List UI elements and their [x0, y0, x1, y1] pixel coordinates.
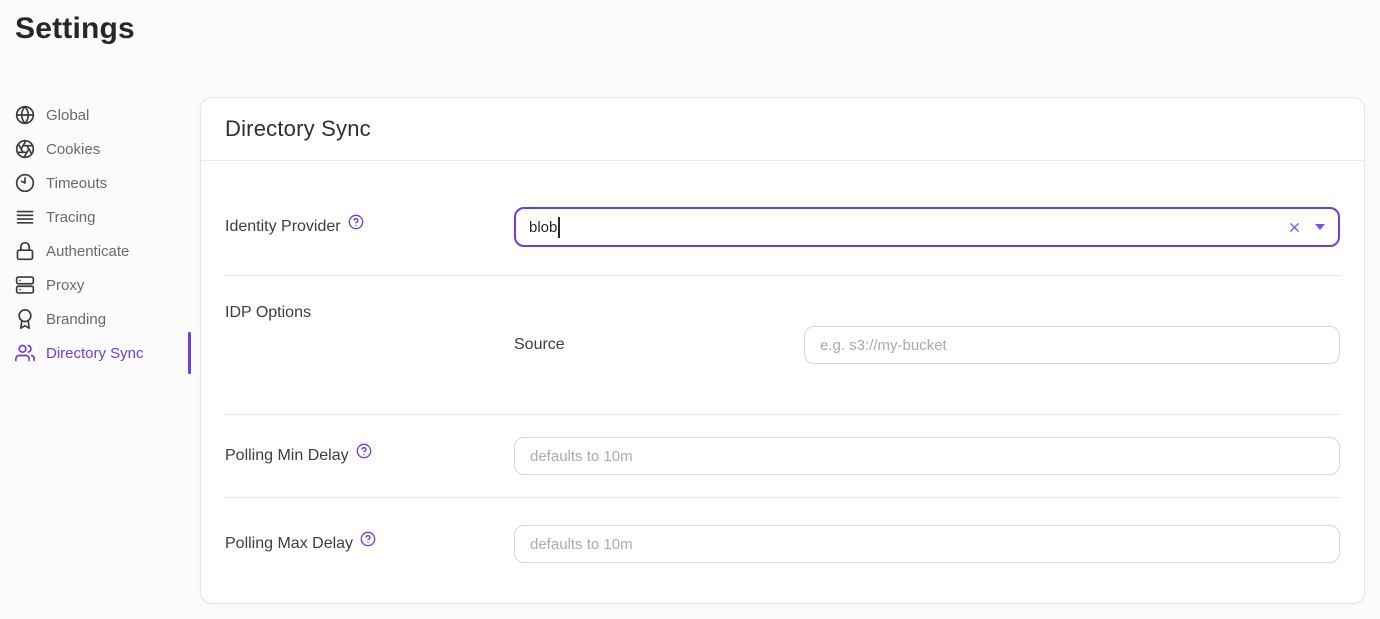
- lock-icon: [15, 241, 35, 261]
- directory-sync-panel: Directory Sync Identity Provider blob: [200, 97, 1365, 604]
- source-label: Source: [514, 336, 804, 354]
- help-icon[interactable]: [348, 214, 364, 230]
- source-input[interactable]: [804, 326, 1340, 364]
- sidebar-item-label: Global: [46, 107, 89, 124]
- idp-options-row: IDP Options Source: [201, 276, 1364, 414]
- panel-header: Directory Sync: [201, 98, 1364, 161]
- idp-options-label-wrap: IDP Options: [225, 304, 514, 322]
- sidebar-item-timeouts[interactable]: Timeouts: [15, 166, 200, 200]
- sidebar-item-label: Directory Sync: [46, 345, 144, 362]
- identity-provider-label-wrap: Identity Provider: [225, 218, 514, 236]
- aperture-icon: [15, 139, 35, 159]
- page-header: Settings: [0, 0, 1380, 92]
- idp-options-label: IDP Options: [225, 304, 311, 322]
- globe-icon: [15, 105, 35, 125]
- sidebar-item-label: Proxy: [46, 277, 84, 294]
- clock-icon: [15, 173, 35, 193]
- lines-icon: [15, 207, 35, 227]
- identity-provider-combobox[interactable]: blob: [514, 207, 1340, 247]
- polling-max-delay-label-wrap: Polling Max Delay: [225, 535, 514, 553]
- server-icon: [15, 275, 35, 295]
- text-caret: [558, 217, 560, 238]
- polling-min-delay-label-wrap: Polling Min Delay: [225, 447, 514, 465]
- clear-icon[interactable]: [1287, 220, 1302, 235]
- content: Global Cookies Timeouts Tracing Authenti…: [0, 92, 1380, 604]
- identity-provider-label: Identity Provider: [225, 218, 341, 236]
- polling-max-delay-input[interactable]: [514, 525, 1340, 563]
- sidebar-item-global[interactable]: Global: [15, 98, 200, 132]
- polling-min-delay-label: Polling Min Delay: [225, 447, 349, 465]
- idp-source-row: Source: [514, 326, 1340, 364]
- panel-title: Directory Sync: [225, 116, 371, 142]
- award-icon: [15, 309, 35, 329]
- polling-max-delay-row: Polling Max Delay: [201, 498, 1364, 603]
- sidebar-item-label: Tracing: [46, 209, 95, 226]
- polling-min-delay-input[interactable]: [514, 437, 1340, 475]
- sidebar-item-authenticate[interactable]: Authenticate: [15, 234, 200, 268]
- sidebar-item-label: Branding: [46, 311, 106, 328]
- settings-sidebar: Global Cookies Timeouts Tracing Authenti…: [15, 92, 200, 370]
- sidebar-item-proxy[interactable]: Proxy: [15, 268, 200, 302]
- page-title: Settings: [15, 12, 1380, 46]
- dropdown-arrow-icon[interactable]: [1315, 224, 1325, 230]
- help-icon[interactable]: [360, 531, 376, 547]
- sidebar-item-directory-sync[interactable]: Directory Sync: [15, 336, 200, 370]
- sidebar-item-tracing[interactable]: Tracing: [15, 200, 200, 234]
- sidebar-item-label: Timeouts: [46, 175, 107, 192]
- users-icon: [15, 343, 35, 363]
- help-icon[interactable]: [356, 443, 372, 459]
- polling-max-delay-label: Polling Max Delay: [225, 535, 353, 553]
- identity-provider-value: blob: [529, 219, 557, 236]
- sidebar-item-label: Cookies: [46, 141, 100, 158]
- identity-provider-row: Identity Provider blob: [201, 161, 1364, 275]
- sidebar-item-branding[interactable]: Branding: [15, 302, 200, 336]
- sidebar-item-cookies[interactable]: Cookies: [15, 132, 200, 166]
- polling-min-delay-row: Polling Min Delay: [201, 415, 1364, 497]
- sidebar-item-label: Authenticate: [46, 243, 129, 260]
